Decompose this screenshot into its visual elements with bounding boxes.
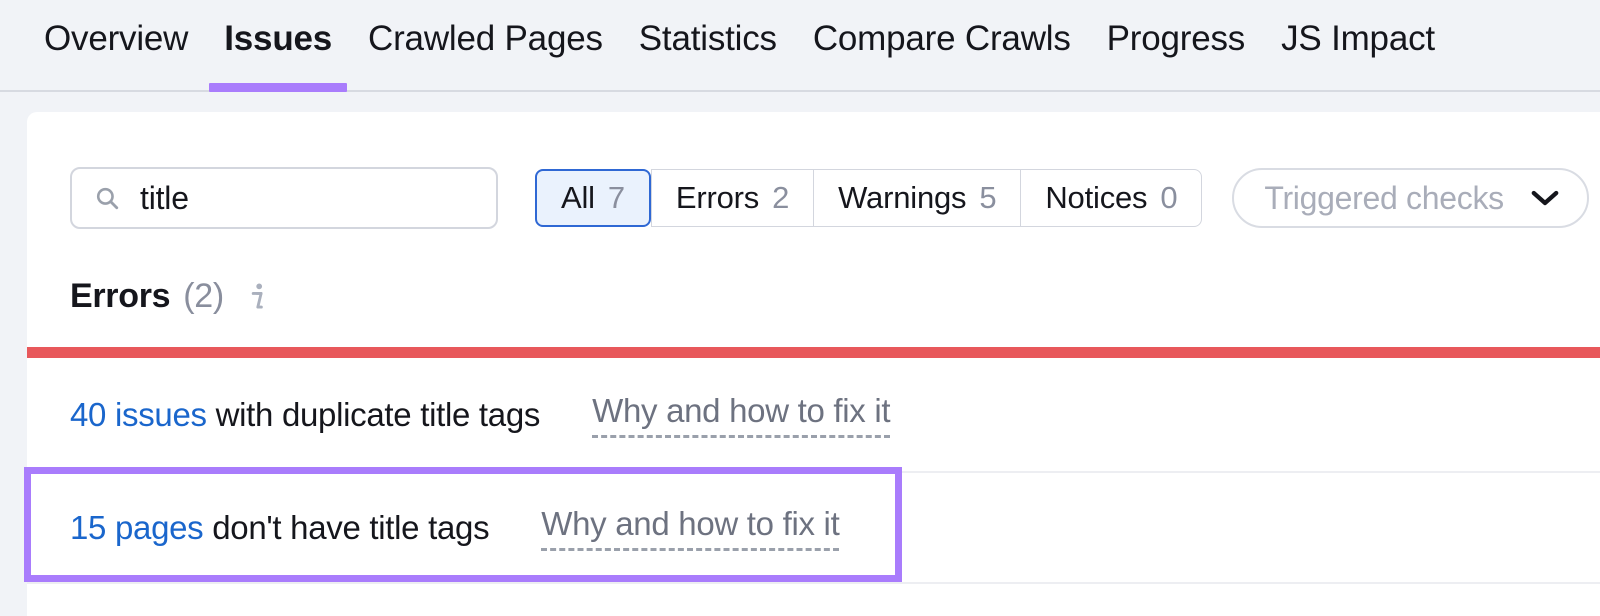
section-title: Errors xyxy=(70,277,171,315)
issue-description: 15 pages don't have title tags xyxy=(70,508,490,547)
issues-card: All 7 Errors 2 Warnings 5 Notices 0 T xyxy=(27,112,1600,616)
tab-compare-crawls[interactable]: Compare Crawls xyxy=(795,0,1089,92)
errors-section-heading: Errors (2) xyxy=(70,277,268,316)
filter-pill-errors-label: Errors xyxy=(675,180,760,215)
filter-pill-warnings-label: Warnings xyxy=(838,180,967,215)
tab-overview[interactable]: Overview xyxy=(26,0,206,92)
issues-page: Overview Issues Crawled Pages Statistics… xyxy=(0,0,1600,616)
issue-count-link[interactable]: 15 pages xyxy=(70,509,204,546)
issue-count-link[interactable]: 40 issues xyxy=(70,396,207,433)
table-row[interactable]: 15 pages don't have title tags Why and h… xyxy=(27,471,1600,584)
tab-statistics[interactable]: Statistics xyxy=(621,0,795,92)
filter-toolbar: All 7 Errors 2 Warnings 5 Notices 0 T xyxy=(27,167,1589,229)
main-tab-bar: Overview Issues Crawled Pages Statistics… xyxy=(0,0,1600,92)
tab-issues[interactable]: Issues xyxy=(206,0,350,92)
filter-pill-all-label: All xyxy=(561,180,595,215)
search-icon xyxy=(96,187,119,210)
tab-js-impact[interactable]: JS Impact xyxy=(1263,0,1453,92)
filter-pill-warnings[interactable]: Warnings 5 xyxy=(813,169,1021,227)
search-box[interactable] xyxy=(70,167,585,229)
issue-description-text: with duplicate title tags xyxy=(206,395,541,433)
filter-pill-errors-count: 2 xyxy=(772,180,790,215)
search-input[interactable] xyxy=(140,179,560,217)
filter-pill-errors[interactable]: Errors 2 xyxy=(650,169,814,227)
filter-pill-notices-label: Notices xyxy=(1045,180,1148,215)
why-and-how-to-fix-it-link[interactable]: Why and how to fix it xyxy=(541,505,840,551)
why-and-how-to-fix-it-link[interactable]: Why and how to fix it xyxy=(592,392,891,438)
filter-pill-all-count: 7 xyxy=(607,180,625,215)
tab-progress[interactable]: Progress xyxy=(1089,0,1263,92)
tab-crawled-pages[interactable]: Crawled Pages xyxy=(350,0,621,92)
filter-pill-warnings-count: 5 xyxy=(979,180,997,215)
filter-pill-notices[interactable]: Notices 0 xyxy=(1020,169,1203,227)
issue-description: 40 issues with duplicate title tags xyxy=(70,396,540,434)
issue-description-text: don't have title tags xyxy=(203,508,490,546)
error-severity-bar xyxy=(27,347,1600,358)
triggered-checks-dropdown[interactable]: Triggered checks xyxy=(1232,168,1589,228)
filter-pill-notices-count: 0 xyxy=(1160,180,1178,215)
severity-filter-group: All 7 Errors 2 Warnings 5 Notices 0 xyxy=(535,169,1203,227)
chevron-down-icon xyxy=(1531,190,1559,206)
table-row[interactable]: 40 issues with duplicate title tags Why … xyxy=(27,358,1600,471)
triggered-checks-dropdown-label: Triggered checks xyxy=(1264,179,1504,216)
filter-pill-all[interactable]: All 7 xyxy=(535,169,651,227)
info-icon[interactable] xyxy=(246,282,268,312)
section-count: (2) xyxy=(183,277,224,315)
